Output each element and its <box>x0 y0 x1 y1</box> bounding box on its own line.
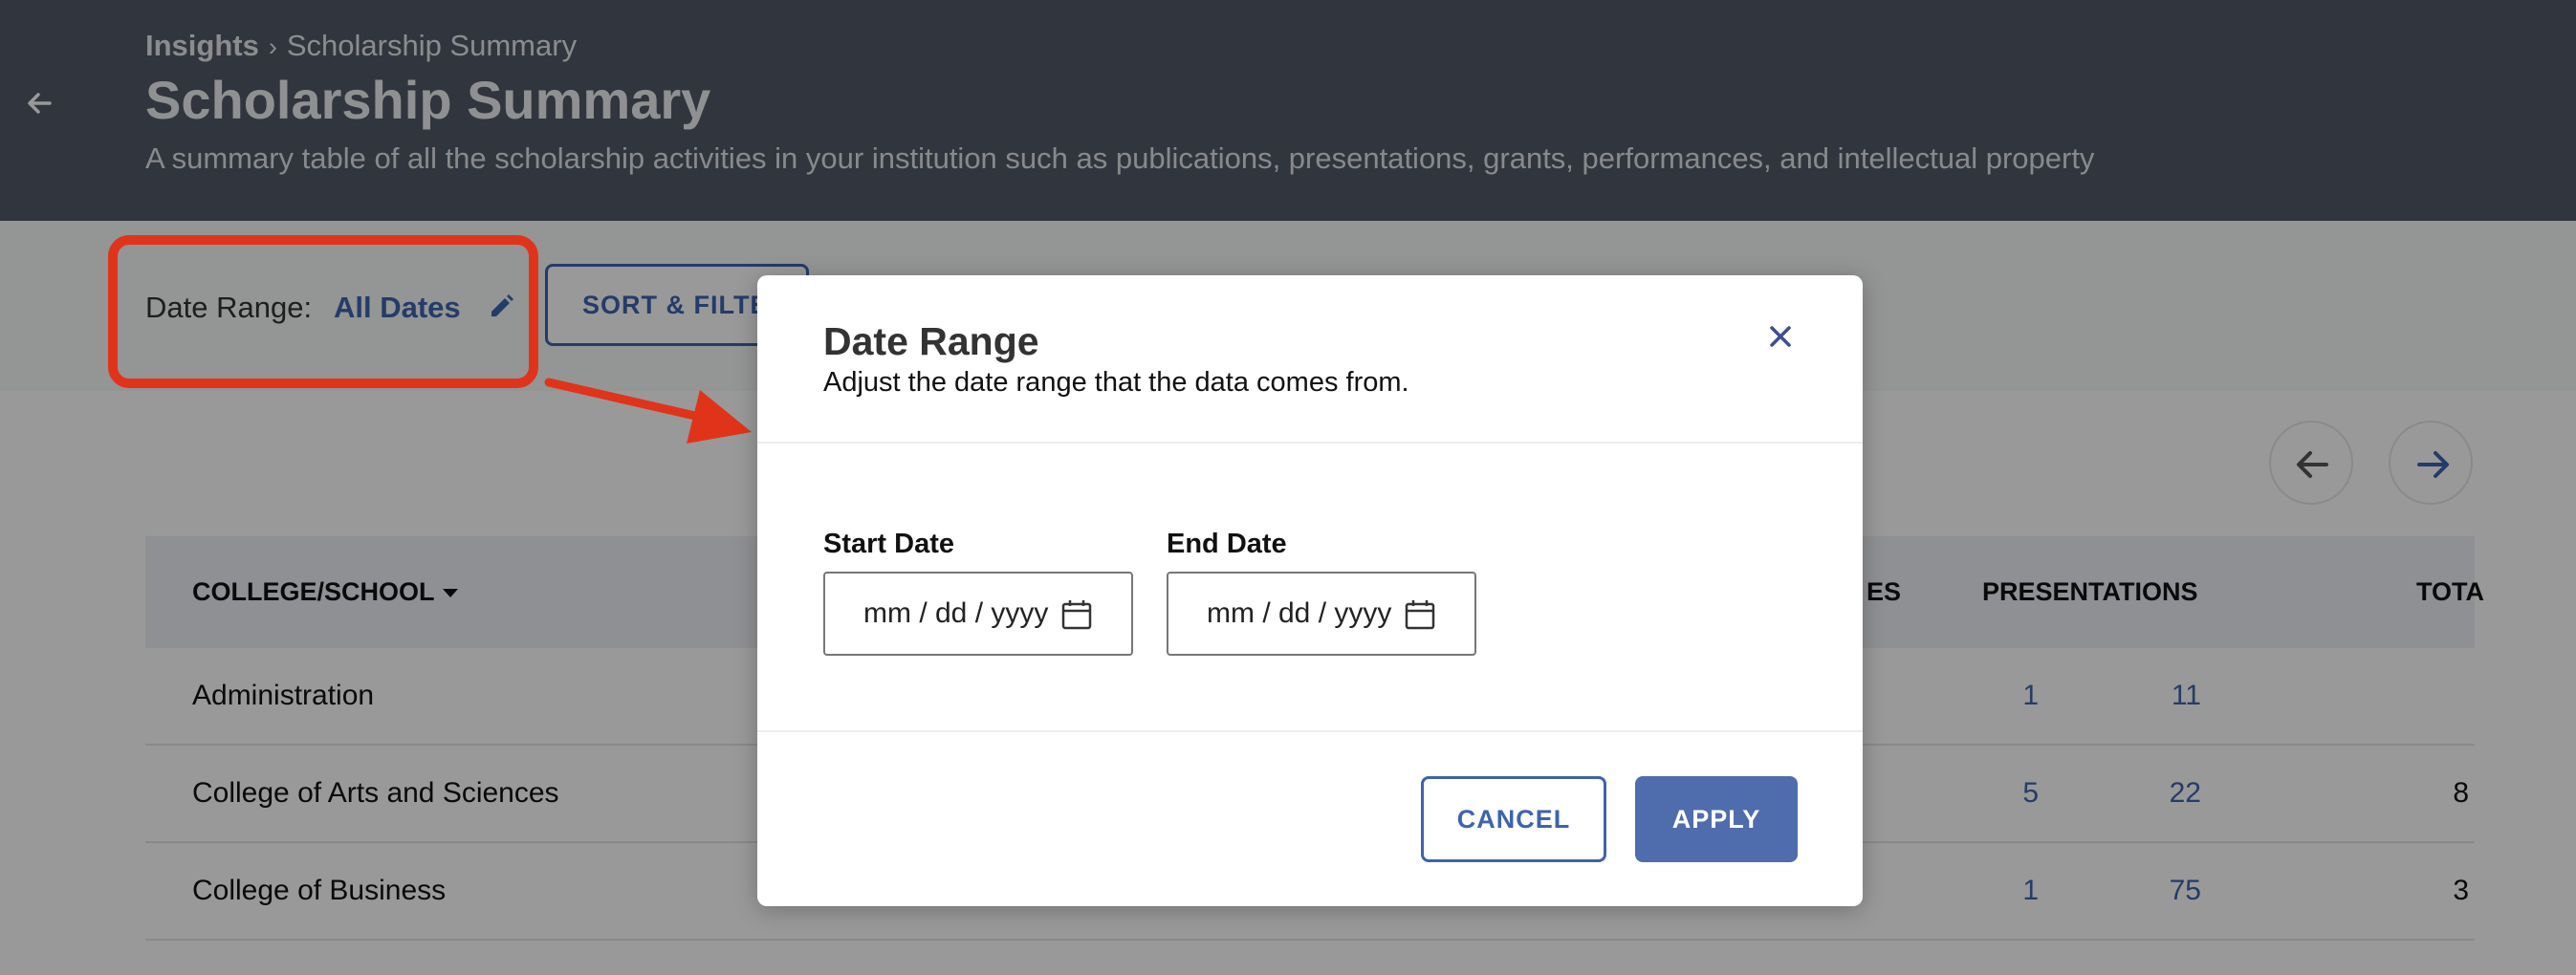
date-placeholder: mm / dd / yyyy <box>863 597 1049 629</box>
annotation-arrow-icon <box>544 378 752 444</box>
apply-button[interactable]: APPLY <box>1635 776 1798 862</box>
end-date-input[interactable]: mm / dd / yyyy <box>1167 572 1476 656</box>
date-range-dialog: Date Range Adjust the date range that th… <box>757 275 1863 906</box>
close-icon[interactable] <box>1761 317 1800 356</box>
divider <box>757 730 1863 732</box>
calendar-icon[interactable] <box>1404 598 1436 631</box>
divider <box>757 442 1863 444</box>
start-date-input[interactable]: mm / dd / yyyy <box>823 572 1133 656</box>
date-placeholder: mm / dd / yyyy <box>1207 597 1392 629</box>
annotation-highlight-box <box>108 235 538 388</box>
dialog-title: Date Range <box>823 319 1039 363</box>
calendar-icon[interactable] <box>1060 598 1093 631</box>
cancel-button[interactable]: CANCEL <box>1421 776 1606 862</box>
start-date-label: Start Date <box>823 529 954 559</box>
dialog-description: Adjust the date range that the data come… <box>823 367 1409 398</box>
end-date-label: End Date <box>1167 529 1287 559</box>
